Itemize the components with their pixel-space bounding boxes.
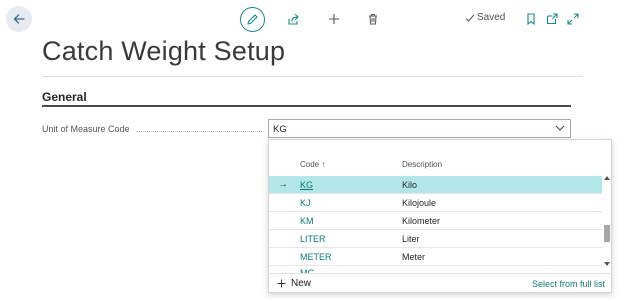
lookup-dropdown: Code ↑ Description → KG Kilo KJ Kilojoul… [268,139,612,293]
expand-button[interactable] [562,8,584,30]
scroll-down-arrow-icon[interactable] [604,262,610,266]
row-description: Kilo [402,180,418,190]
pencil-icon [247,14,258,25]
scrollbar-thumb[interactable] [604,225,610,242]
plus-icon [277,279,286,288]
lookup-scrollbar[interactable] [602,176,611,268]
unit-of-measure-value: KG [273,124,287,135]
back-button[interactable] [6,6,32,32]
plus-icon [329,14,339,24]
share-button[interactable] [282,8,304,30]
bookmark-button[interactable] [520,8,542,30]
list-item[interactable]: KM Kilometer [269,212,602,230]
list-item[interactable]: → KG Kilo [269,176,602,194]
row-code[interactable]: KG [300,180,313,190]
row-description: Liter [402,234,420,244]
arrow-left-icon [13,14,25,24]
new-entry-label: New [291,278,312,289]
select-from-full-list-link[interactable]: Select from full list [532,279,605,289]
row-description: Kilojoule [402,198,437,208]
page: Saved Catch Weight Setup General Unit of… [0,0,624,301]
row-description: Meter [402,252,426,262]
title-divider [42,76,583,77]
unit-of-measure-label: Unit of Measure Code [42,124,130,134]
checkmark-icon [465,14,475,22]
edit-button[interactable] [240,7,265,32]
row-code[interactable]: LITER [300,234,326,244]
lookup-footer: New Select from full list [269,273,611,292]
row-code[interactable]: KM [300,216,314,226]
bookmark-icon [527,13,535,25]
share-icon [287,13,299,25]
saved-status: Saved [465,12,505,23]
field-leader-dots [136,131,262,132]
selected-row-arrow-icon: → [278,179,288,190]
column-header-description[interactable]: Description [402,160,442,169]
unit-of-measure-input[interactable]: KG [268,119,571,138]
row-code[interactable]: METER [300,252,332,262]
row-code[interactable]: KJ [300,198,311,208]
column-header-code[interactable]: Code ↑ [300,160,325,169]
scroll-up-arrow-icon[interactable] [604,176,610,180]
trash-icon [369,14,377,25]
open-window-icon [546,13,558,25]
new-entry-button[interactable]: New [277,278,311,289]
delete-button[interactable] [362,8,384,30]
new-record-button[interactable] [323,8,345,30]
section-divider [42,105,571,107]
list-item[interactable]: METER Meter [269,248,602,266]
expand-icon [567,13,579,25]
list-item[interactable]: LITER Liter [269,230,602,248]
row-description: Kilometer [402,216,441,226]
list-item[interactable]: KJ Kilojoule [269,194,602,212]
chevron-down-icon[interactable] [555,124,565,132]
section-header-general[interactable]: General [42,90,87,104]
page-title: Catch Weight Setup [42,36,286,66]
open-in-new-window-button[interactable] [541,8,563,30]
saved-label: Saved [477,12,506,23]
